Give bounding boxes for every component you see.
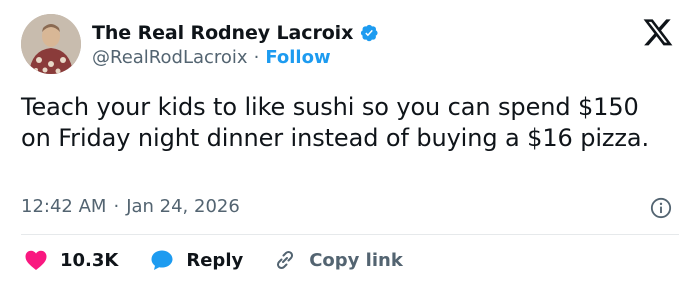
tweet-timestamp[interactable]: 12:42 AM · Jan 24, 2026 — [21, 196, 240, 217]
reply-button[interactable]: Reply — [150, 249, 243, 271]
reply-label: Reply — [186, 249, 244, 271]
follow-button[interactable]: Follow — [265, 47, 330, 68]
timestamp-separator: · — [113, 196, 120, 217]
tweet-text: Teach your kids to like sushi so you can… — [21, 93, 650, 152]
tweet-time[interactable]: 12:42 AM — [21, 196, 106, 217]
info-icon[interactable] — [650, 197, 672, 219]
tweet-date[interactable]: Jan 24, 2026 — [126, 196, 240, 217]
like-button[interactable]: 10.3K — [24, 249, 118, 271]
tweet-actions: 10.3K Reply Copy link — [24, 246, 403, 274]
speech-bubble-icon — [151, 250, 173, 270]
author-handle-row: @RealRodLacroix · Follow — [92, 47, 331, 68]
handle-separator: · — [253, 47, 260, 68]
avatar[interactable] — [21, 14, 81, 74]
heart-icon — [25, 250, 47, 270]
avatar-photo — [21, 14, 81, 74]
divider — [21, 234, 679, 235]
x-logo-icon[interactable] — [641, 16, 675, 48]
author-handle[interactable]: @RealRodLacroix — [92, 47, 248, 68]
link-icon — [277, 250, 294, 270]
copy-link-button[interactable]: Copy link — [273, 248, 403, 272]
like-count: 10.3K — [60, 249, 119, 271]
copy-link-label: Copy link — [309, 249, 403, 271]
author-display-name[interactable]: The Real Rodney Lacroix — [92, 22, 353, 44]
verified-badge-icon — [361, 24, 378, 42]
author-name-row: The Real Rodney Lacroix — [92, 19, 379, 47]
